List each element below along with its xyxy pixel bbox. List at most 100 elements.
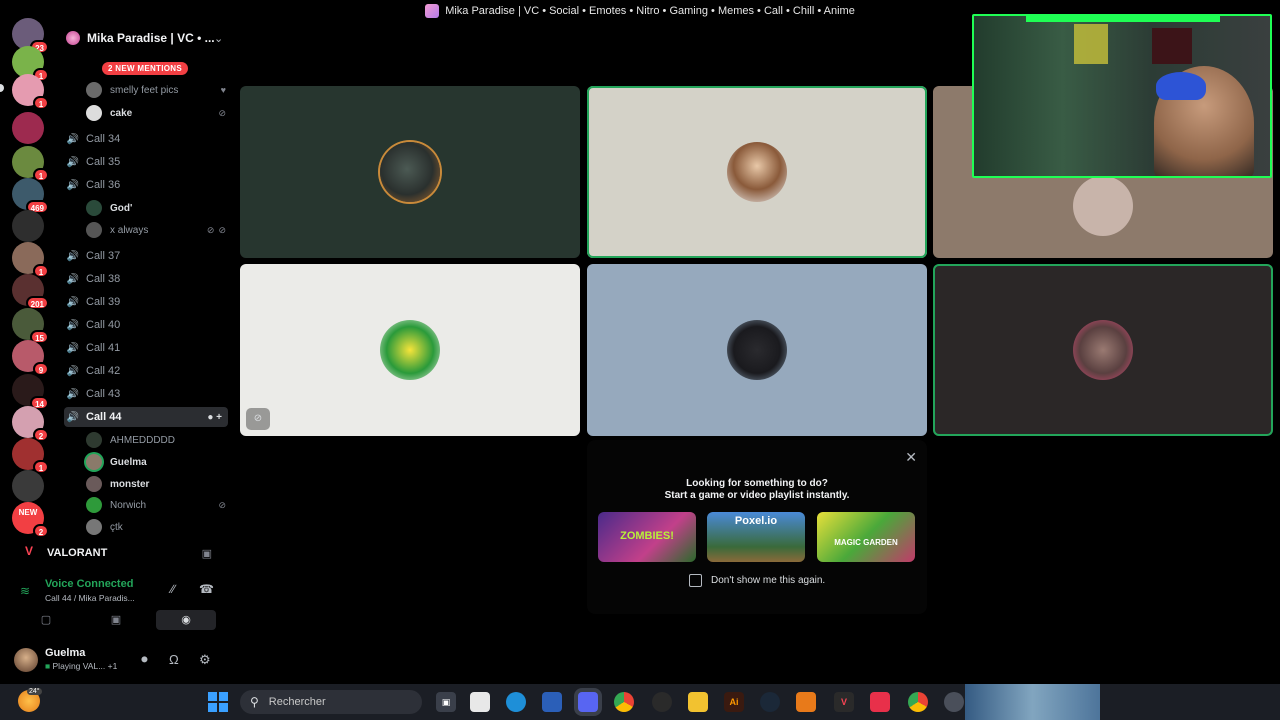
speaker-icon: 🔊 xyxy=(66,365,80,377)
camera-icon[interactable]: ▢ xyxy=(16,610,76,630)
voice-user[interactable]: x always ⊘ ⊘ xyxy=(86,220,226,240)
user-name[interactable]: Guelma xyxy=(45,647,85,659)
server-icon-3[interactable]: 1 xyxy=(12,74,49,110)
windows-start-icon[interactable] xyxy=(208,692,228,712)
voice-channel-path[interactable]: Call 44 / Mika Paradis... xyxy=(45,593,165,603)
chrome-icon[interactable] xyxy=(908,692,928,712)
valorant-icon: V xyxy=(24,544,33,558)
weather-temp: 24° xyxy=(27,688,42,695)
deafened-icon: ⊘ xyxy=(218,224,226,235)
server-icon-7[interactable] xyxy=(12,210,44,242)
voice-channel-call-41[interactable]: 🔊 Call 41 xyxy=(64,338,228,358)
game-card-poxel[interactable]: Poxel.io xyxy=(707,512,805,562)
avatar xyxy=(86,497,102,513)
server-icon-8[interactable]: 1 xyxy=(12,242,49,278)
app-icon[interactable] xyxy=(796,692,816,712)
voice-channel-call-39[interactable]: 🔊 Call 39 xyxy=(64,292,228,312)
avatar xyxy=(86,82,102,98)
voice-user[interactable]: Norwich ⊘ xyxy=(86,495,226,515)
voice-user[interactable]: Guelma xyxy=(86,452,226,472)
screen-share-icon[interactable]: ▣ xyxy=(86,610,146,630)
voice-channel-call-38[interactable]: 🔊 Call 38 xyxy=(64,269,228,289)
task-view-icon[interactable]: ▣ xyxy=(436,692,456,712)
voice-channel-call-44[interactable]: 🔊 Call 44 ● + xyxy=(64,407,228,427)
user-name: God' xyxy=(110,202,133,214)
new-servers-icon[interactable]: NEW 2 xyxy=(12,502,49,538)
server-icon-10[interactable]: 15 xyxy=(12,308,49,344)
chat-and-invite-icon[interactable]: ● + xyxy=(207,412,222,423)
taskbar-search[interactable]: ⚲ Rechercher xyxy=(240,690,422,714)
avatar xyxy=(86,519,102,535)
channel-name: Call 42 xyxy=(86,365,121,377)
microphone-icon[interactable]: ⚫ xyxy=(139,652,150,668)
server-icon-12[interactable]: 14 xyxy=(12,374,49,410)
gear-icon[interactable]: ⚙ xyxy=(199,652,211,668)
avatar[interactable] xyxy=(14,648,38,672)
voice-channel-call-34[interactable]: 🔊 Call 34 xyxy=(64,129,228,149)
participant-tile[interactable] xyxy=(240,86,580,258)
server-badge: 9 xyxy=(33,362,49,376)
voice-channel-call-40[interactable]: 🔊 Call 40 xyxy=(64,315,228,335)
voice-user[interactable]: God' xyxy=(86,198,226,218)
channel-name: Call 37 xyxy=(86,250,121,262)
voice-user[interactable]: smelly feet pics ♥ xyxy=(86,80,226,100)
webcam-overlay xyxy=(972,14,1272,178)
voice-channel-call-36[interactable]: 🔊 Call 36 xyxy=(64,175,228,195)
steam-icon[interactable] xyxy=(760,692,780,712)
server-icon-9[interactable]: 201 xyxy=(12,274,49,310)
signal-icon[interactable]: ≋ xyxy=(20,584,30,598)
illustrator-icon[interactable]: Ai xyxy=(724,692,744,712)
channel-name: Call 44 xyxy=(86,411,122,423)
participant-tile[interactable] xyxy=(933,264,1273,436)
folder-icon[interactable] xyxy=(688,692,708,712)
server-icon-15[interactable] xyxy=(12,470,44,502)
screen-icon[interactable]: ▣ xyxy=(202,547,212,560)
extra-count: +1 xyxy=(107,661,118,671)
chevron-down-icon[interactable]: ⌄ xyxy=(214,32,234,45)
app-icon[interactable] xyxy=(944,692,964,712)
voice-channel-call-37[interactable]: 🔊 Call 37 xyxy=(64,246,228,266)
server-icon-5[interactable]: 1 xyxy=(12,146,49,182)
close-icon[interactable]: ✕ xyxy=(905,449,917,466)
valorant-taskbar-icon[interactable]: V xyxy=(834,692,854,712)
headphones-icon[interactable]: Ω xyxy=(169,652,179,667)
edge-icon[interactable] xyxy=(506,692,526,712)
server-icon-6[interactable]: 469 xyxy=(12,178,49,214)
server-icon-14[interactable]: 1 xyxy=(12,438,49,474)
activity-status[interactable]: V VALORANT ▣ xyxy=(8,538,226,568)
voice-user[interactable]: AHMEDDDDD xyxy=(86,430,226,450)
voice-channel-call-42[interactable]: 🔊 Call 42 xyxy=(64,361,228,381)
store-icon[interactable] xyxy=(542,692,562,712)
game-card-magic-garden[interactable]: MAGIC GARDEN xyxy=(817,512,915,562)
app-icon[interactable] xyxy=(870,692,890,712)
dont-show-checkbox[interactable] xyxy=(689,574,702,587)
user-name: AHMEDDDDD xyxy=(110,434,175,446)
participant-tile[interactable] xyxy=(587,86,927,258)
server-icon-13[interactable]: 2 xyxy=(12,406,49,442)
obs-icon[interactable] xyxy=(652,692,672,712)
participant-tile[interactable] xyxy=(587,264,927,436)
noise-suppression-icon[interactable]: ∕∕ xyxy=(171,582,175,596)
server-icon-4[interactable] xyxy=(12,112,44,144)
voice-channel-call-35[interactable]: 🔊 Call 35 xyxy=(64,152,228,172)
voice-status[interactable]: Voice Connected xyxy=(45,578,133,590)
game-card-zombies[interactable]: ZOMBIES! xyxy=(598,512,696,562)
disconnect-icon[interactable]: ☎ xyxy=(199,582,214,596)
participant-tile[interactable]: ⊘ xyxy=(240,264,580,436)
activities-icon[interactable]: ◉ xyxy=(156,610,216,630)
file-icon[interactable] xyxy=(470,692,490,712)
user-panel: Guelma ■ Playing VAL... +1 ⚫ Ω ⚙ xyxy=(8,644,226,678)
voice-user[interactable]: monster xyxy=(86,474,226,494)
new-mentions-pill[interactable]: 2 NEW MENTIONS xyxy=(102,62,188,75)
chrome-icon[interactable] xyxy=(614,692,634,712)
dont-show-label[interactable]: Don't show me this again. xyxy=(711,575,825,586)
voice-channel-call-43[interactable]: 🔊 Call 43 xyxy=(64,384,228,404)
voice-user[interactable]: cake ⊘ xyxy=(86,103,226,123)
popup-heading: Looking for something to do? xyxy=(686,478,828,489)
discord-icon[interactable] xyxy=(578,692,598,712)
server-icon-11[interactable]: 9 xyxy=(12,340,49,376)
user-name: monster xyxy=(110,478,150,490)
guild-header[interactable]: Mika Paradise | VC • ... ⌄ xyxy=(56,22,234,54)
channel-name: Call 36 xyxy=(86,179,121,191)
voice-user[interactable]: çtk xyxy=(86,517,226,536)
